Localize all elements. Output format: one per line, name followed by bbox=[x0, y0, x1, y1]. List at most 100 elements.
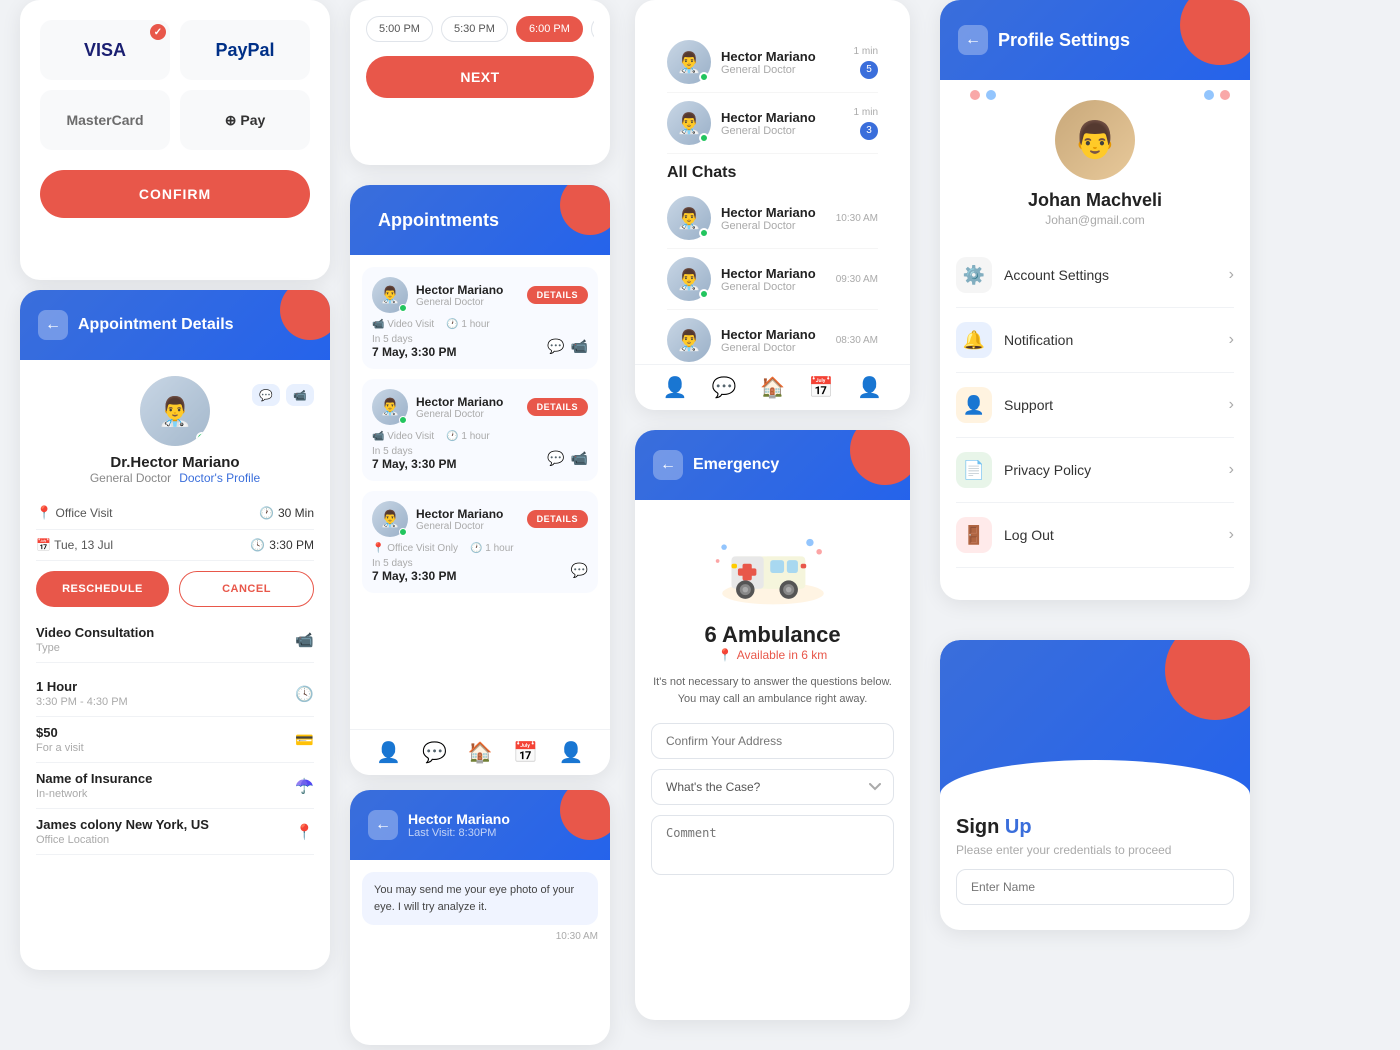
ambulance-illustration bbox=[713, 516, 833, 606]
chat-avatar-recent-1: 👨‍⚕️ bbox=[667, 40, 711, 84]
signup-header bbox=[940, 640, 1250, 800]
timeslot-600[interactable]: 6:00 PM bbox=[516, 16, 583, 42]
chat-time-2: 1 min bbox=[854, 107, 878, 118]
menu-privacy-policy[interactable]: 📄 Privacy Policy › bbox=[956, 438, 1234, 503]
location-row: James colony New York, US Office Locatio… bbox=[36, 809, 314, 855]
confirm-button[interactable]: CONFIRM bbox=[40, 170, 310, 218]
comment-input[interactable] bbox=[651, 815, 894, 875]
mastercard-payment-item[interactable]: MasterCard bbox=[40, 90, 170, 150]
timeslot-500[interactable]: 5:00 PM bbox=[366, 16, 433, 42]
video-action-icon-2[interactable]: 📹 bbox=[571, 450, 588, 467]
all-chat-meta-2: 09:30 AM bbox=[836, 274, 878, 285]
support-arrow: › bbox=[1229, 396, 1234, 414]
chat-nav-calendar[interactable]: 📅 bbox=[809, 375, 834, 400]
doctor-profile-link[interactable]: Doctor's Profile bbox=[179, 471, 260, 485]
video-action-icon-1[interactable]: 📹 bbox=[571, 338, 588, 355]
details-button-1[interactable]: DETAILS bbox=[527, 286, 588, 304]
profile-menu: ⚙️ Account Settings › 🔔 Notification › 👤… bbox=[940, 243, 1250, 584]
privacy-label: Privacy Policy bbox=[1004, 462, 1229, 478]
menu-account-settings[interactable]: ⚙️ Account Settings › bbox=[956, 243, 1234, 308]
chat-message-card: ← Hector Mariano Last Visit: 8:30PM You … bbox=[350, 790, 610, 1045]
appt-schedule-3: In 5 days 7 May, 3:30 PM 💬 bbox=[372, 558, 588, 583]
details-button-2[interactable]: DETAILS bbox=[527, 398, 588, 416]
next-button[interactable]: NEXT bbox=[366, 56, 594, 98]
appt-item-1-header: 👨‍⚕️ Hector Mariano General Doctor DETAI… bbox=[372, 277, 588, 313]
message-time: 10:30 AM bbox=[362, 931, 598, 942]
details-button-3[interactable]: DETAILS bbox=[527, 510, 588, 528]
appt-doc-avatar-3: 👨‍⚕️ bbox=[372, 501, 408, 537]
emergency-body: 6 Ambulance 📍 Available in 6 km It's not… bbox=[635, 500, 910, 906]
office-visit-3-icon: 📍 Office Visit Only bbox=[372, 543, 458, 554]
signup-name-input[interactable] bbox=[956, 869, 1234, 905]
nav-user-icon[interactable]: 👤 bbox=[559, 740, 584, 765]
appt-doc-details-1: Hector Mariano General Doctor bbox=[416, 283, 503, 308]
emergency-back-button[interactable]: ← bbox=[653, 450, 683, 480]
chat-online-2 bbox=[699, 133, 709, 143]
nav-home-icon[interactable]: 🏠 bbox=[468, 740, 493, 765]
support-icon: 👤 bbox=[956, 387, 992, 423]
bell-menu-icon: 🔔 bbox=[956, 322, 992, 358]
timeslot-630[interactable]: 6:30 PM bbox=[591, 16, 594, 42]
signup-white-blob bbox=[940, 760, 1250, 800]
cost-desc: For a visit bbox=[36, 742, 84, 754]
chat-nav-user[interactable]: 👤 bbox=[857, 375, 882, 400]
case-select[interactable]: What's the Case? bbox=[651, 769, 894, 805]
profile-email: Johan@gmail.com bbox=[1045, 213, 1145, 227]
chat-action-icon-1[interactable]: 💬 bbox=[547, 338, 564, 355]
privacy-arrow: › bbox=[1229, 461, 1234, 479]
chat-nav-chat[interactable]: 💬 bbox=[711, 375, 736, 400]
nav-chat-icon[interactable]: 💬 bbox=[422, 740, 447, 765]
chat-item-3[interactable]: 👨‍⚕️ Hector Mariano General Doctor 08:30… bbox=[667, 310, 878, 371]
clock-icon: 🕐 bbox=[259, 506, 274, 520]
chat-item-recent-2[interactable]: 👨‍⚕️ Hector Mariano General Doctor 1 min… bbox=[667, 93, 878, 154]
back-button[interactable]: ← bbox=[38, 310, 68, 340]
profile-avatar-section: 👨 Johan Machveli Johan@gmail.com bbox=[940, 80, 1250, 243]
profile-settings-card: ← Profile Settings 👨 Johan Machveli Joha… bbox=[940, 0, 1250, 600]
chat-item-1[interactable]: 👨‍⚕️ Hector Mariano General Doctor 10:30… bbox=[667, 188, 878, 249]
nav-calendar-icon[interactable]: 📅 bbox=[513, 740, 538, 765]
applepay-payment-item[interactable]: ⊕ Pay bbox=[180, 90, 310, 150]
chat-nav-home[interactable]: 🏠 bbox=[760, 375, 785, 400]
menu-support[interactable]: 👤 Support › bbox=[956, 373, 1234, 438]
signup-card: Sign Up Please enter your credentials to… bbox=[940, 640, 1250, 930]
location-pin-icon: 📍 bbox=[36, 505, 52, 520]
video-icon[interactable]: 📹 bbox=[286, 384, 314, 406]
cancel-button[interactable]: CANCEL bbox=[179, 571, 314, 607]
nav-profile-icon[interactable]: 👤 bbox=[376, 740, 401, 765]
profile-header: ← Profile Settings bbox=[940, 0, 1250, 80]
timeslot-530[interactable]: 5:30 PM bbox=[441, 16, 508, 42]
chat-item-2[interactable]: 👨‍⚕️ Hector Mariano General Doctor 09:30… bbox=[667, 249, 878, 310]
paypal-payment-item[interactable]: PayPal bbox=[180, 20, 310, 80]
visa-payment-item[interactable]: VISA bbox=[40, 20, 170, 80]
doctor-avatar: 👨‍⚕️ bbox=[140, 376, 210, 446]
appt-online-3 bbox=[399, 528, 407, 536]
reschedule-button[interactable]: RESCHEDULE bbox=[36, 571, 169, 607]
all-chat-specialty-1: General Doctor bbox=[721, 220, 826, 232]
chat-action-icon-2[interactable]: 💬 bbox=[547, 450, 564, 467]
chat-specialty-1: General Doctor bbox=[721, 64, 844, 76]
all-chat-meta-3: 08:30 AM bbox=[836, 335, 878, 346]
appt-meta-2: 📹 Video Visit 🕐 1 hour bbox=[372, 431, 588, 442]
profile-back-button[interactable]: ← bbox=[958, 25, 988, 55]
hour-time: 3:30 PM - 4:30 PM bbox=[36, 696, 128, 708]
chat-action-icon-3[interactable]: 💬 bbox=[571, 562, 588, 579]
duration-2-icon: 🕐 1 hour bbox=[446, 431, 490, 442]
chat-msg-body: You may send me your eye photo of your e… bbox=[350, 860, 610, 1045]
all-chat-info-3: Hector Mariano General Doctor bbox=[721, 327, 826, 354]
menu-logout[interactable]: 🚪 Log Out › bbox=[956, 503, 1234, 568]
chat-back-button[interactable]: ← bbox=[368, 810, 398, 840]
location-arrow-icon: 📍 bbox=[718, 648, 733, 662]
dot-pink-right bbox=[1220, 90, 1230, 100]
appt-online-1 bbox=[399, 304, 407, 312]
chat-item-recent-1[interactable]: 👨‍⚕️ Hector Mariano General Doctor 1 min… bbox=[667, 32, 878, 93]
video-section-label: Video Consultation bbox=[36, 625, 154, 640]
notification-label: Notification bbox=[1004, 332, 1229, 348]
emergency-coral-blob bbox=[850, 430, 910, 485]
chat-icon[interactable]: 💬 bbox=[252, 384, 280, 406]
menu-notification[interactable]: 🔔 Notification › bbox=[956, 308, 1234, 373]
support-label: Support bbox=[1004, 397, 1229, 413]
chat-nav-profile[interactable]: 👤 bbox=[663, 375, 688, 400]
hour-section-label: 1 Hour bbox=[36, 679, 128, 694]
address-input[interactable] bbox=[651, 723, 894, 759]
chat-avatar-3: 👨‍⚕️ bbox=[667, 318, 711, 362]
